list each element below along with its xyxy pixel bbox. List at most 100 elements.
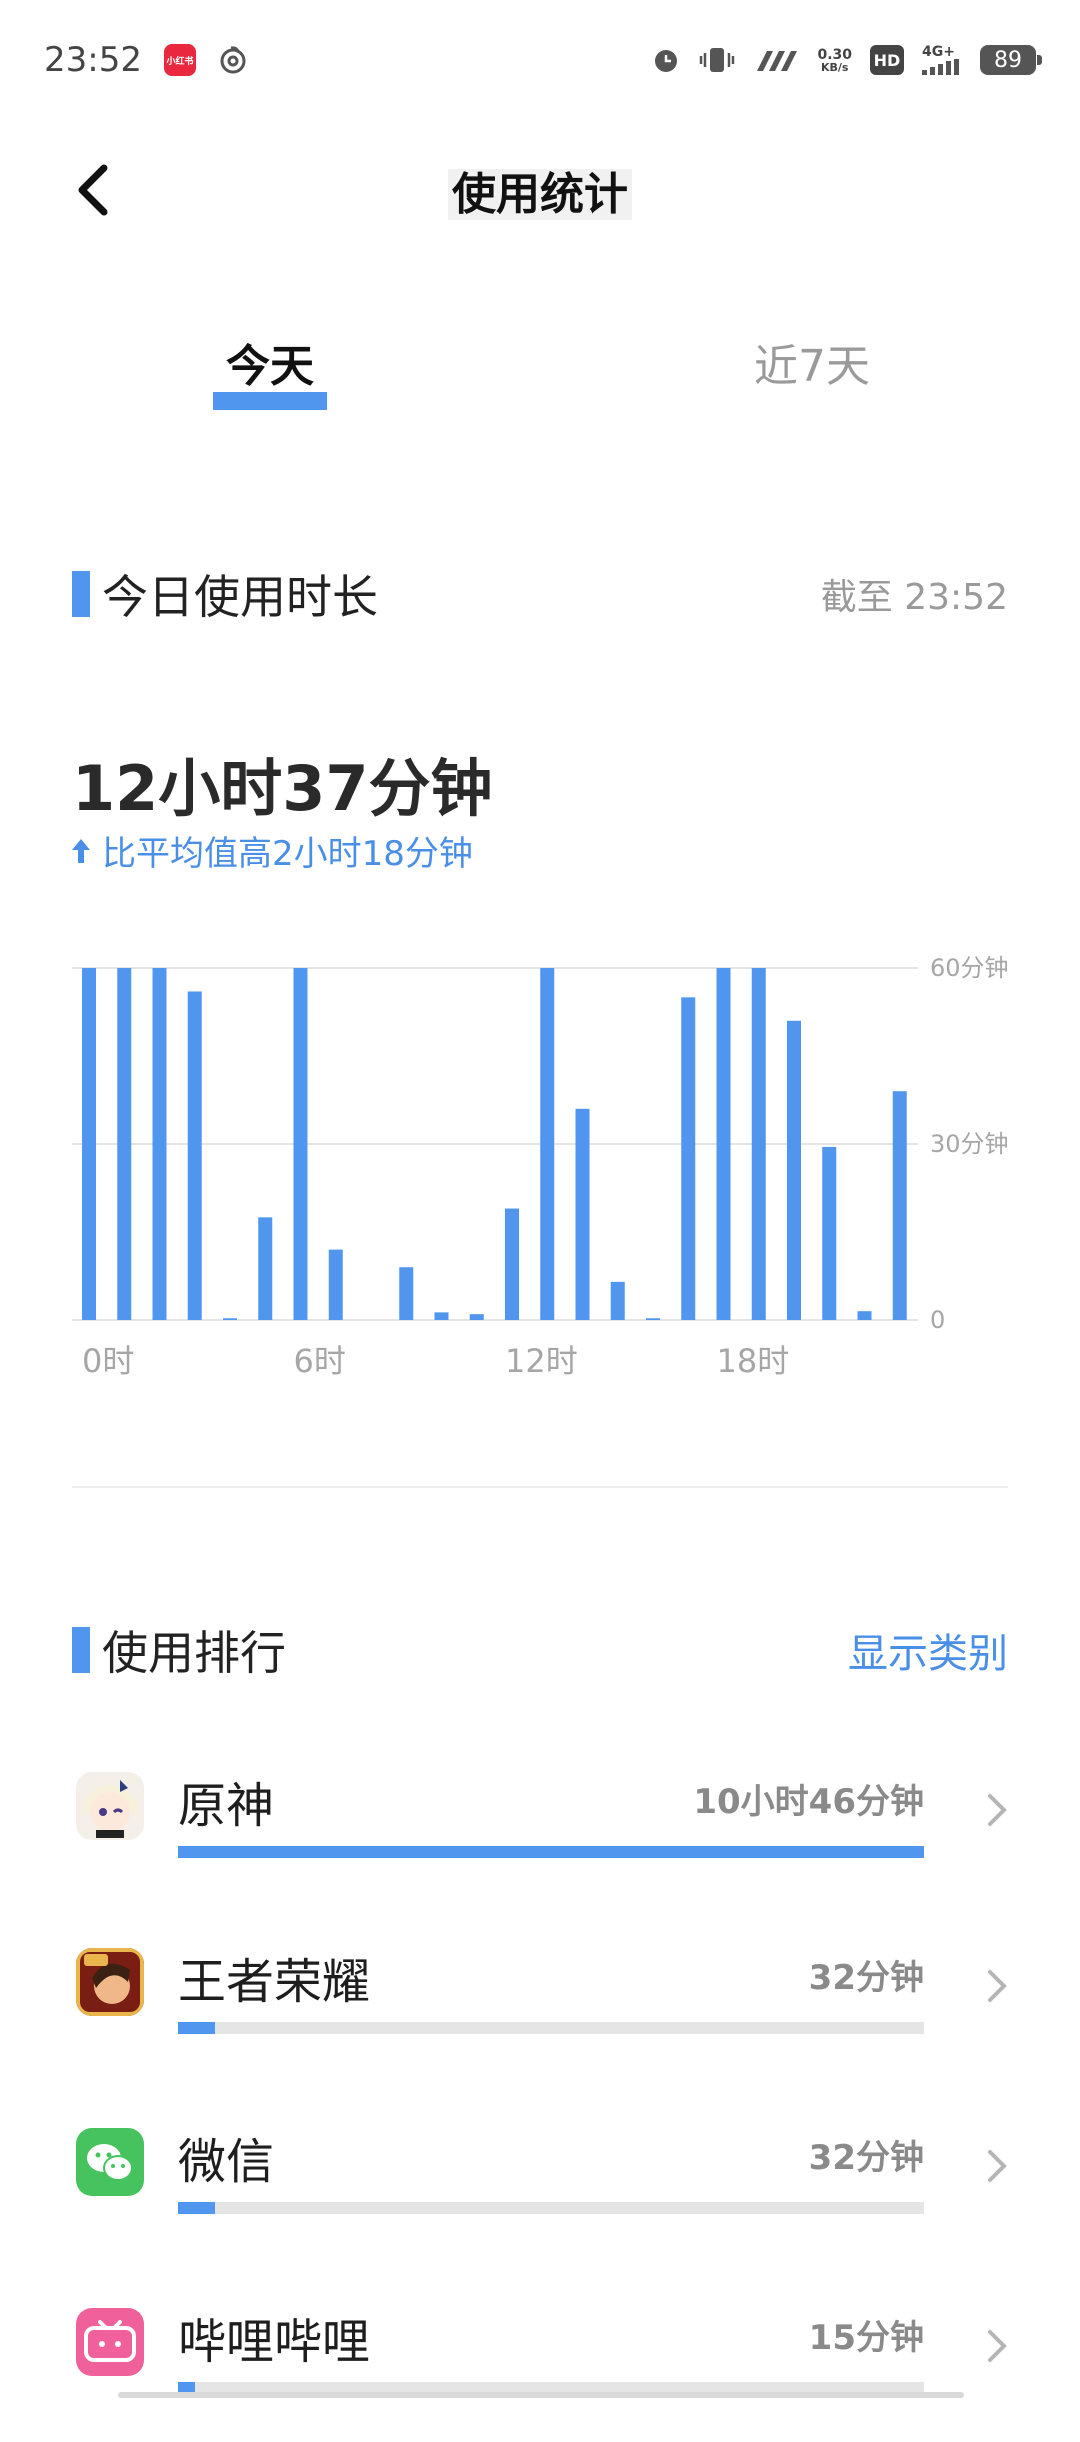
- chevron-right-icon: [988, 2150, 1007, 2182]
- chart-bar-hour-10: [434, 1312, 449, 1320]
- chart-bar-hour-20: [787, 1020, 801, 1320]
- section-accent-bar: [72, 1627, 90, 1673]
- xiaohongshu-icon: 小红书: [163, 44, 196, 76]
- chart-bar-hour-4: [223, 1318, 237, 1320]
- hourly-usage-chart: 0 30分钟 60分钟 0时 6时 12时 18时: [0, 940, 1080, 1390]
- chart-bar-hour-0: [82, 968, 96, 1320]
- chart-bar-hour-13: [540, 968, 555, 1320]
- ranking-title-wrap: 使用排行: [72, 1617, 286, 1683]
- chart-bar-hour-12: [505, 1208, 519, 1320]
- app-usage-time: 32分钟: [808, 2138, 924, 2178]
- network-type: 4G+: [922, 44, 955, 60]
- x-tick-label: 12时: [505, 1342, 578, 1380]
- app-name: 原神: [178, 1778, 275, 1834]
- genshin-icon: [76, 1772, 144, 1840]
- netease-music-icon: [220, 46, 246, 74]
- tab-today[interactable]: 今天: [226, 330, 314, 394]
- tab-bar: 今天 近7天: [0, 330, 1080, 420]
- chart-bar-hour-23: [892, 1091, 907, 1320]
- page-title: 使用统计: [0, 158, 1080, 222]
- network-indicator: 4G+: [922, 45, 962, 75]
- net-speed-value: 0.30: [817, 46, 852, 63]
- chart-bar-hour-3: [187, 991, 202, 1320]
- rank-item-wechat[interactable]: 微信 32分钟: [0, 2092, 1080, 2262]
- chart-bar-hour-19: [751, 968, 766, 1320]
- chart-bar-hour-22: [857, 1311, 872, 1320]
- rank-item-genshin[interactable]: 原神 10小时46分钟: [0, 1736, 1080, 1906]
- app-name: 王者荣耀: [178, 1954, 371, 2010]
- compare-average: 比平均值高2小时18分钟: [70, 826, 473, 875]
- wechat-icon: [76, 2128, 144, 2196]
- chart-bar-hour-6: [293, 968, 308, 1320]
- tab-last-7-days[interactable]: 近7天: [754, 330, 870, 394]
- y-tick-label: 30分钟: [930, 1130, 1009, 1158]
- chevron-right-icon: [988, 1970, 1007, 2002]
- bilibili-icon: [76, 2308, 144, 2376]
- hourly-usage-chart-svg: 0 30分钟 60分钟 0时 6时 12时 18时: [72, 954, 1009, 1380]
- usage-bar-track: [178, 2202, 924, 2214]
- app-usage-time: 32分钟: [808, 1958, 924, 1998]
- status-right: 0.30 KB/s HD 4G+ 89: [651, 45, 1042, 75]
- status-time: 23:52: [44, 40, 142, 80]
- xiaohongshu-label: 小红书: [166, 56, 194, 67]
- active-tab-indicator: [213, 392, 327, 410]
- today-usage-title-wrap: 今日使用时长: [72, 561, 378, 627]
- rank-item-bilibili[interactable]: 哔哩哔哩 15分钟: [0, 2272, 1080, 2442]
- app-name: 微信: [178, 2134, 275, 2190]
- x-tick-label: 0时: [82, 1342, 134, 1380]
- as-of-time: 截至 23:52: [820, 577, 1008, 618]
- chart-bar-hour-9: [399, 1267, 414, 1320]
- usage-bar-fill: [178, 2022, 215, 2034]
- ranking-title: 使用排行: [102, 1626, 286, 1680]
- chart-bar-hour-15: [610, 1281, 625, 1320]
- section-divider: [72, 1486, 1008, 1488]
- chart-bar-hour-17: [681, 997, 696, 1320]
- alarm-icon: [655, 50, 678, 72]
- header: 使用统计: [0, 140, 1080, 240]
- chart-bar-hour-14: [575, 1108, 590, 1320]
- status-left: 23:52 小红书: [44, 40, 248, 80]
- page-title-text: 使用统计: [448, 169, 632, 220]
- chevron-right-icon: [988, 2330, 1007, 2362]
- app-usage-time: 15分钟: [808, 2318, 924, 2358]
- battery-level: 89: [994, 47, 1022, 73]
- status-bar: 23:52 小红书 0.30 KB/s HD 4G+ 89: [0, 0, 1080, 120]
- chart-bar-hour-11: [469, 1314, 484, 1320]
- usage-bar-fill: [178, 1846, 924, 1858]
- battery-icon: 89: [980, 45, 1042, 75]
- chart-bar-hour-16: [646, 1318, 660, 1320]
- x-tick-label: 6时: [294, 1342, 346, 1380]
- chart-bar-hour-18: [716, 968, 731, 1320]
- compare-text: 比平均值高2小时18分钟: [102, 834, 473, 874]
- rank-item-honor-of-kings[interactable]: 王者荣耀 32分钟: [0, 1912, 1080, 2082]
- total-usage: 12小时37分钟: [72, 752, 493, 825]
- chevron-right-icon: [988, 1794, 1007, 1826]
- net-speed-unit: KB/s: [820, 60, 849, 74]
- cell-bars-icon: [922, 59, 959, 75]
- section-accent-bar: [72, 571, 90, 617]
- y-tick-label: 0: [930, 1306, 945, 1334]
- today-usage-title: 今日使用时长: [102, 570, 378, 624]
- arrow-up-icon: [72, 838, 90, 863]
- chart-bar-hour-7: [328, 1249, 343, 1320]
- chart-bar-hour-2: [152, 968, 167, 1320]
- ranking-header: 使用排行 显示类别: [72, 1620, 1008, 1680]
- honor-of-kings-icon: [76, 1948, 144, 2016]
- show-category-link[interactable]: 显示类别: [848, 1621, 1008, 1679]
- chart-bar-hour-21: [822, 1146, 837, 1320]
- today-usage-header: 今日使用时长 截至 23:52: [72, 564, 1008, 624]
- hd-badge: HD: [870, 45, 904, 75]
- usage-bar-track: [178, 2022, 924, 2034]
- chart-bar-hour-5: [258, 1217, 273, 1320]
- usage-bar-track: [178, 1846, 924, 1858]
- app-name: 哔哩哔哩: [178, 2314, 371, 2370]
- x-tick-label: 18时: [717, 1342, 790, 1380]
- net-speed: 0.30 KB/s: [817, 48, 852, 73]
- home-indicator[interactable]: [118, 2392, 964, 2398]
- vibrate-icon: [700, 48, 735, 72]
- usage-bar-fill: [178, 2202, 215, 2214]
- chart-bar-hour-1: [117, 968, 132, 1320]
- y-tick-label: 60分钟: [930, 954, 1009, 982]
- app-usage-time: 10小时46分钟: [693, 1782, 924, 1822]
- signal-icon: [757, 51, 798, 71]
